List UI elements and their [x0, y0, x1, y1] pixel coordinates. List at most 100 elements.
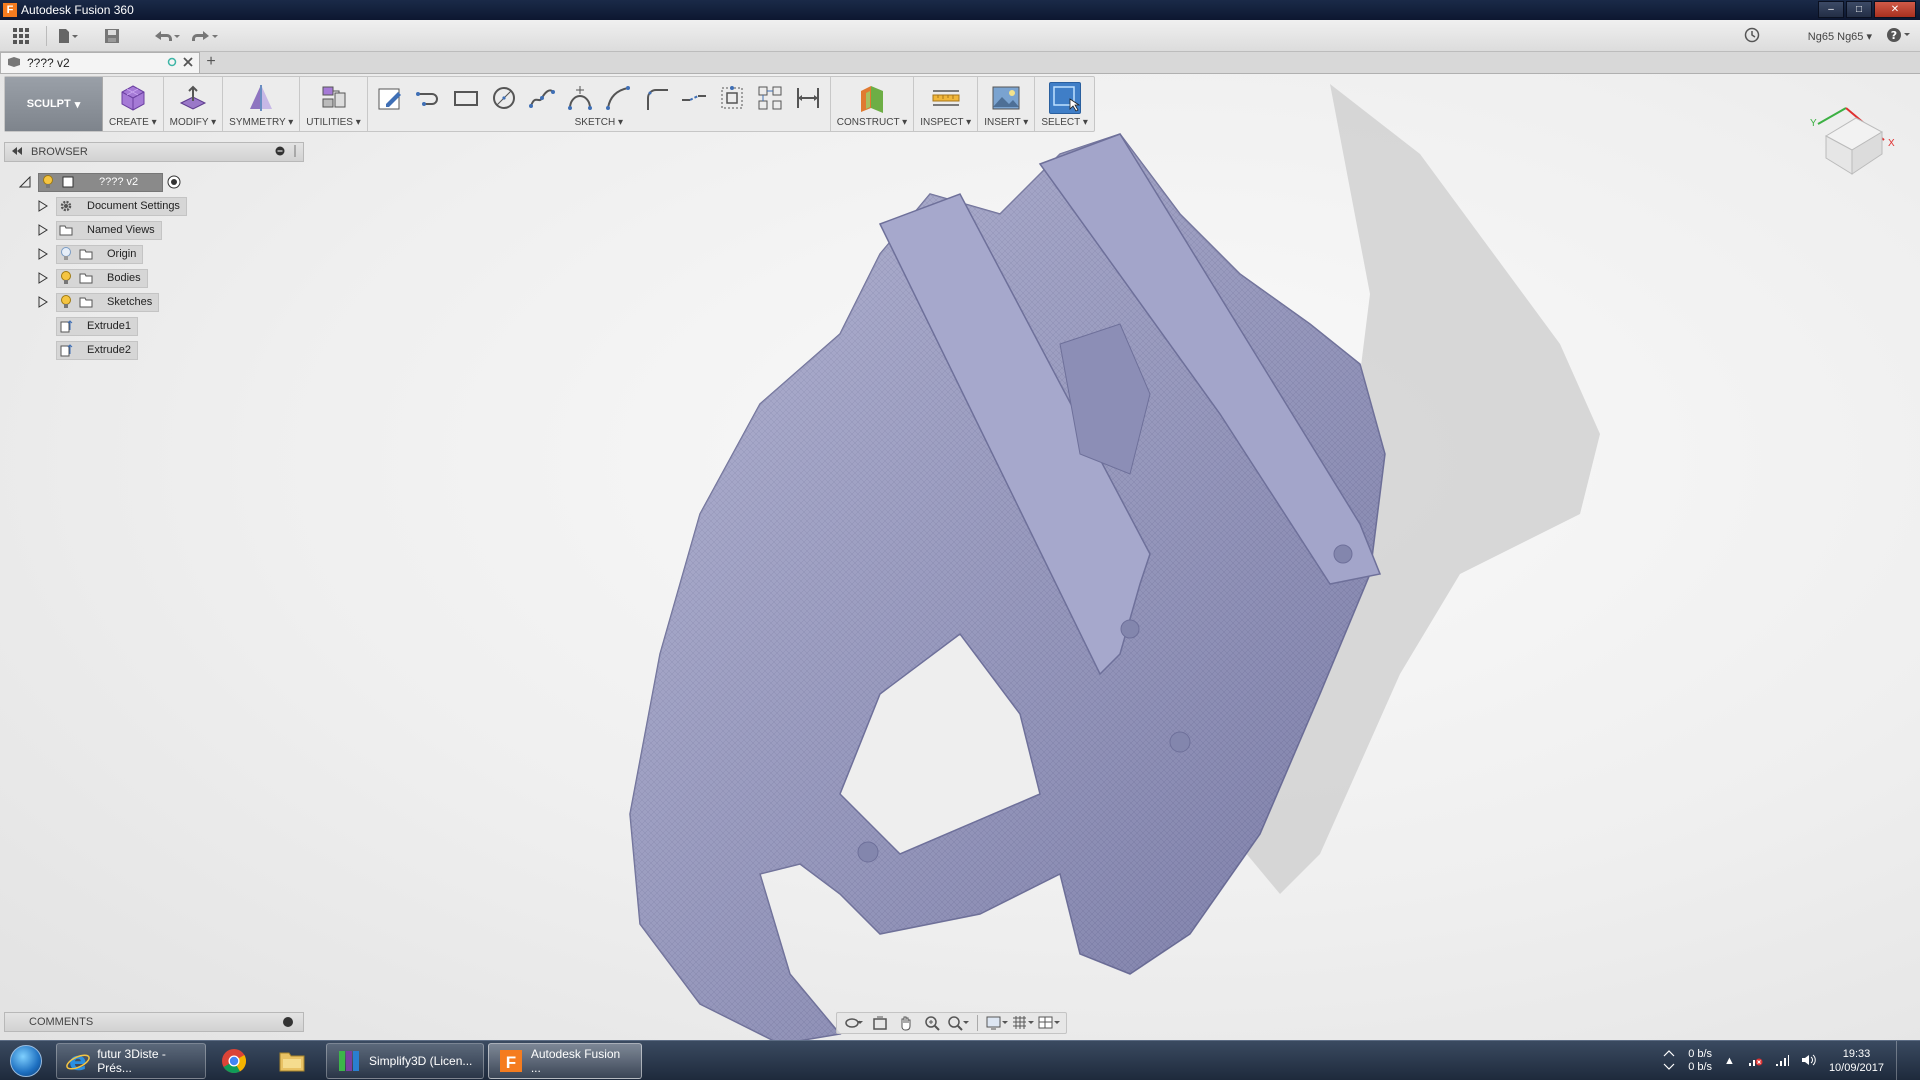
pin-dot-icon[interactable]: [275, 146, 285, 159]
grid-settings-icon[interactable]: [1012, 1014, 1034, 1032]
insert-group[interactable]: INSERT ▾: [978, 77, 1036, 131]
construct-group[interactable]: CONSTRUCT ▾: [831, 77, 915, 131]
add-comment-icon[interactable]: [283, 1017, 293, 1027]
edit-form-icon[interactable]: [177, 82, 209, 114]
arc-icon[interactable]: [564, 82, 596, 114]
sketches-node[interactable]: Sketches: [56, 292, 160, 312]
pattern-icon[interactable]: [754, 82, 786, 114]
minimize-button[interactable]: –: [1818, 1, 1844, 18]
create-box-icon[interactable]: [117, 82, 149, 114]
expand-triangle-icon[interactable]: [36, 271, 50, 285]
new-tab-button[interactable]: +: [200, 52, 222, 73]
measure-icon[interactable]: [930, 82, 962, 114]
lightbulb-icon[interactable]: [59, 295, 73, 309]
viewcube[interactable]: Y X: [1806, 96, 1902, 192]
offset-icon[interactable]: [716, 82, 748, 114]
tree-item-named-views[interactable]: Named Views: [18, 218, 318, 242]
symmetry-icon[interactable]: [245, 82, 277, 114]
lightbulb-icon[interactable]: [41, 175, 55, 189]
user-account-menu[interactable]: Ng65 Ng65 ▾: [1808, 30, 1872, 43]
tree-item-extrude2[interactable]: Extrude2: [18, 338, 318, 362]
system-clock[interactable]: 19:33 10/09/2017: [1829, 1047, 1884, 1075]
create-sketch-icon[interactable]: [374, 82, 406, 114]
collapse-panel-icon[interactable]: [11, 146, 23, 159]
root-component-node[interactable]: ???? v2: [38, 172, 164, 192]
pan-hand-icon[interactable]: [895, 1014, 917, 1032]
panel-grip-icon[interactable]: [293, 144, 297, 160]
extrude2-node[interactable]: Extrude2: [56, 340, 139, 360]
job-status-clock-icon[interactable]: [1744, 27, 1760, 46]
tree-item-origin[interactable]: Origin: [18, 242, 318, 266]
taskbar-chrome[interactable]: [210, 1043, 264, 1079]
redo-icon[interactable]: [187, 23, 221, 49]
utilities-icon[interactable]: [318, 82, 350, 114]
symmetry-group[interactable]: SYMMETRY ▾: [223, 77, 301, 131]
tree-item-bodies[interactable]: Bodies: [18, 266, 318, 290]
look-at-icon[interactable]: [869, 1014, 891, 1032]
fit-icon[interactable]: [947, 1014, 969, 1032]
orbit-icon[interactable]: [843, 1014, 865, 1032]
extrude1-node[interactable]: Extrude1: [56, 316, 139, 336]
offset-plane-icon[interactable]: [856, 82, 888, 114]
display-settings-icon[interactable]: [986, 1014, 1008, 1032]
line-icon[interactable]: [412, 82, 444, 114]
expand-triangle-icon[interactable]: [36, 223, 50, 237]
tree-item-sketches[interactable]: Sketches: [18, 290, 318, 314]
tree-root[interactable]: ???? v2: [18, 170, 318, 194]
tree-item-extrude1[interactable]: Extrude1: [18, 314, 318, 338]
taskbar-fusion360[interactable]: F Autodesk Fusion ...: [488, 1042, 642, 1079]
file-menu-icon[interactable]: [55, 23, 81, 49]
conic-curve-icon[interactable]: [602, 82, 634, 114]
save-icon[interactable]: [99, 23, 125, 49]
show-desktop-button[interactable]: [1896, 1041, 1906, 1080]
taskbar-explorer[interactable]: [268, 1043, 322, 1079]
document-tab[interactable]: ???? v2: [0, 52, 200, 73]
help-icon[interactable]: ?: [1886, 27, 1912, 46]
utilities-group[interactable]: UTILITIES ▾: [300, 77, 368, 131]
expand-triangle-icon[interactable]: [36, 199, 50, 213]
maximize-button[interactable]: □: [1846, 1, 1872, 18]
create-group[interactable]: CREATE ▾: [103, 77, 164, 131]
lightbulb-off-icon[interactable]: [59, 247, 73, 261]
zoom-icon[interactable]: [921, 1014, 943, 1032]
fillet-icon[interactable]: [640, 82, 672, 114]
activate-radio-icon[interactable]: [167, 175, 181, 189]
bodies-node[interactable]: Bodies: [56, 268, 148, 288]
start-button[interactable]: [0, 1041, 52, 1080]
comments-panel[interactable]: COMMENTS: [4, 1012, 304, 1032]
close-tab-icon[interactable]: [183, 56, 193, 70]
circle-icon[interactable]: [488, 82, 520, 114]
undo-icon[interactable]: [149, 23, 183, 49]
signal-bars-icon[interactable]: [1775, 1053, 1789, 1070]
inspect-group[interactable]: INSPECT ▾: [914, 77, 979, 131]
dimension-icon[interactable]: [792, 82, 824, 114]
tree-item-document-settings[interactable]: Document Settings: [18, 194, 318, 218]
viewports-icon[interactable]: [1038, 1014, 1060, 1032]
trim-icon[interactable]: [678, 82, 710, 114]
expand-triangle-icon[interactable]: [18, 175, 32, 189]
data-panel-grid-icon[interactable]: [8, 23, 34, 49]
close-window-button[interactable]: ✕: [1874, 1, 1916, 18]
show-hidden-icons[interactable]: ▲: [1724, 1055, 1735, 1067]
network-warning-icon[interactable]: [1747, 1053, 1763, 1070]
expand-triangle-icon[interactable]: [36, 247, 50, 261]
insert-image-icon[interactable]: [990, 82, 1022, 114]
tree-item-label: Named Views: [87, 224, 155, 236]
lightbulb-icon[interactable]: [59, 271, 73, 285]
workspace-switcher[interactable]: SCULPT ▾: [5, 77, 103, 131]
taskbar-simplify3d[interactable]: Simplify3D (Licen...: [326, 1042, 484, 1079]
named-views-node[interactable]: Named Views: [56, 220, 162, 240]
select-icon[interactable]: [1048, 82, 1081, 114]
select-group[interactable]: SELECT ▾: [1035, 77, 1094, 131]
volume-icon[interactable]: [1801, 1053, 1817, 1070]
sketch-group[interactable]: SKETCH ▾: [368, 77, 831, 131]
spline-icon[interactable]: [526, 82, 558, 114]
canvas-viewport[interactable]: SCULPT ▾ CREATE ▾ MODIFY ▾ SYMMETRY ▾ UT…: [0, 74, 1920, 1040]
document-settings-node[interactable]: Document Settings: [56, 196, 187, 216]
rectangle-icon[interactable]: [450, 82, 482, 114]
browser-panel-header[interactable]: BROWSER: [4, 142, 304, 162]
origin-node[interactable]: Origin: [56, 244, 144, 264]
modify-group[interactable]: MODIFY ▾: [164, 77, 224, 131]
expand-triangle-icon[interactable]: [36, 295, 50, 309]
taskbar-ie-window[interactable]: e futur 3Diste - Prés...: [56, 1042, 206, 1079]
